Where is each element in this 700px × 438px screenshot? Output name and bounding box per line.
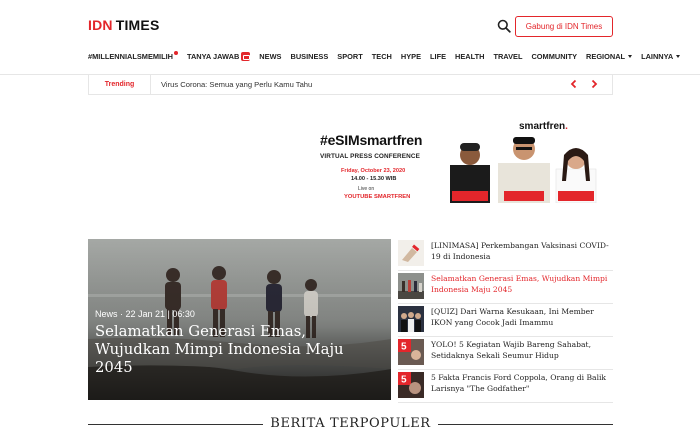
hero-meta: News · 22 Jan 21 | 06:30 (95, 309, 195, 319)
nav-item-community[interactable]: COMMUNITY (531, 52, 577, 61)
search-icon[interactable] (497, 19, 511, 33)
nav-label: TRAVEL (493, 51, 523, 61)
nav-item-regional[interactable]: REGIONAL (586, 51, 633, 61)
nav-item-tanya-jawab[interactable]: TANYA JAWAB (187, 51, 251, 61)
nav-item-news[interactable]: NEWS (259, 52, 281, 61)
section-header: BERITA TERPOPULER (88, 412, 613, 436)
site-header: IDN TIMES Gabung di IDN Times #MILLENNIAL… (0, 0, 700, 75)
side-article-title: YOLO! 5 Kegiatan Wajib Bareng Sahabat, S… (431, 340, 592, 360)
side-article-list: [LINIMASA] Perkembangan Vaksinasi COVID-… (398, 238, 613, 403)
nav-item-business[interactable]: BUSINESS (290, 52, 328, 61)
chevron-left-icon[interactable] (568, 78, 580, 90)
chevron-right-icon[interactable] (588, 78, 600, 90)
nav-item-lainnya[interactable]: LAINNYA (641, 51, 681, 61)
trending-link[interactable]: Virus Corona: Semua yang Perlu Kamu Tahu (151, 80, 612, 89)
nav-label: HYPE (400, 51, 422, 61)
nav-label: REGIONAL (586, 51, 626, 61)
article-thumbnail: 5 (398, 339, 424, 365)
nav-label: HEALTH (455, 51, 485, 61)
logo-idn: IDN (88, 17, 113, 33)
live-dot-icon (174, 51, 178, 55)
svg-text:5: 5 (401, 375, 407, 386)
nav-item-travel[interactable]: TRAVEL (493, 52, 522, 61)
list-item[interactable]: Selamatkan Generasi Emas, Wujudkan Mimpi… (398, 271, 613, 304)
nav-item-health[interactable]: HEALTH (455, 52, 484, 61)
article-thumbnail (398, 306, 424, 332)
site-logo[interactable]: IDN TIMES (88, 17, 160, 33)
nav-label: COMMUNITY (531, 51, 578, 61)
hero-title[interactable]: Selamatkan Generasi Emas, Wujudkan Mimpi… (95, 323, 385, 377)
list-item[interactable]: [LINIMASA] Perkembangan Vaksinasi COVID-… (398, 238, 613, 271)
chevron-down-icon (628, 54, 633, 58)
chat-icon (241, 51, 251, 61)
article-thumbnail (398, 240, 424, 266)
trending-label: Trending (89, 75, 151, 94)
chevron-down-icon (676, 54, 681, 58)
nav-label: TECH (371, 51, 392, 61)
nav-item-life[interactable]: LIFE (430, 52, 446, 61)
nav-item-tech[interactable]: TECH (372, 52, 392, 61)
nav-item-hype[interactable]: HYPE (401, 52, 421, 61)
side-article-title: [QUIZ] Dari Warna Kesukaan, Ini Member I… (431, 307, 594, 327)
nav-label: SPORT (337, 51, 363, 61)
join-button[interactable]: Gabung di IDN Times (515, 16, 613, 37)
article-thumbnail (398, 273, 424, 299)
side-article-title: 5 Fakta Francis Ford Coppola, Orang di B… (431, 373, 607, 393)
list-item[interactable]: [QUIZ] Dari Warna Kesukaan, Ini Member I… (398, 304, 613, 337)
side-article-title: [LINIMASA] Perkembangan Vaksinasi COVID-… (431, 241, 609, 261)
nav-label: LAINNYA (641, 51, 674, 61)
ad-subtitle: VIRTUAL PRESS CONFERENCE (320, 153, 420, 160)
list-item[interactable]: 5 YOLO! 5 Kegiatan Wajib Bareng Sahabat,… (398, 337, 613, 370)
nav-label: TANYA JAWAB (187, 51, 240, 61)
ad-banner[interactable]: #eSIMsmartfren VIRTUAL PRESS CONFERENCE … (308, 115, 613, 203)
trending-controls (568, 78, 600, 90)
nav-label: BUSINESS (290, 51, 329, 61)
ad-speakers-image (450, 137, 597, 203)
nav-label: LIFE (430, 51, 447, 61)
svg-text:5: 5 (401, 342, 407, 353)
side-article-title: Selamatkan Generasi Emas, Wujudkan Mimpi… (431, 274, 608, 294)
ad-date: Friday, October 23, 2020 (341, 168, 406, 174)
trending-bar: Trending Virus Corona: Semua yang Perlu … (88, 75, 613, 95)
nav-item-sport[interactable]: SPORT (337, 52, 362, 61)
logo-times: TIMES (115, 17, 160, 33)
main-nav: #MILLENNIALSMEMILIH TANYA JAWAB NEWS BUSINE… (88, 50, 689, 62)
ad-live-on: Live on (358, 186, 375, 192)
article-thumbnail: 5 (398, 372, 424, 398)
ad-brand-logo: smartfren. (519, 121, 568, 132)
nav-label: #MILLENNIALSMEMILIH (88, 51, 173, 61)
section-title: BERITA TERPOPULER (270, 416, 431, 431)
ad-hashtag: #eSIMsmartfren (320, 132, 423, 148)
ad-brand-name: smartfren (519, 121, 566, 132)
hero-article[interactable]: News · 22 Jan 21 | 06:30 Selamatkan Gene… (88, 239, 391, 400)
ad-channel: YOUTUBE SMARTFREN (344, 194, 411, 200)
ad-time: 14.00 - 15.30 WIB (351, 176, 397, 182)
ad-brand-dot: . (565, 121, 568, 132)
nav-item-millennialsmemilih[interactable]: #MILLENNIALSMEMILIH (88, 51, 178, 61)
list-item[interactable]: 5 5 Fakta Francis Ford Coppola, Orang di… (398, 370, 613, 403)
nav-label: NEWS (259, 51, 282, 61)
